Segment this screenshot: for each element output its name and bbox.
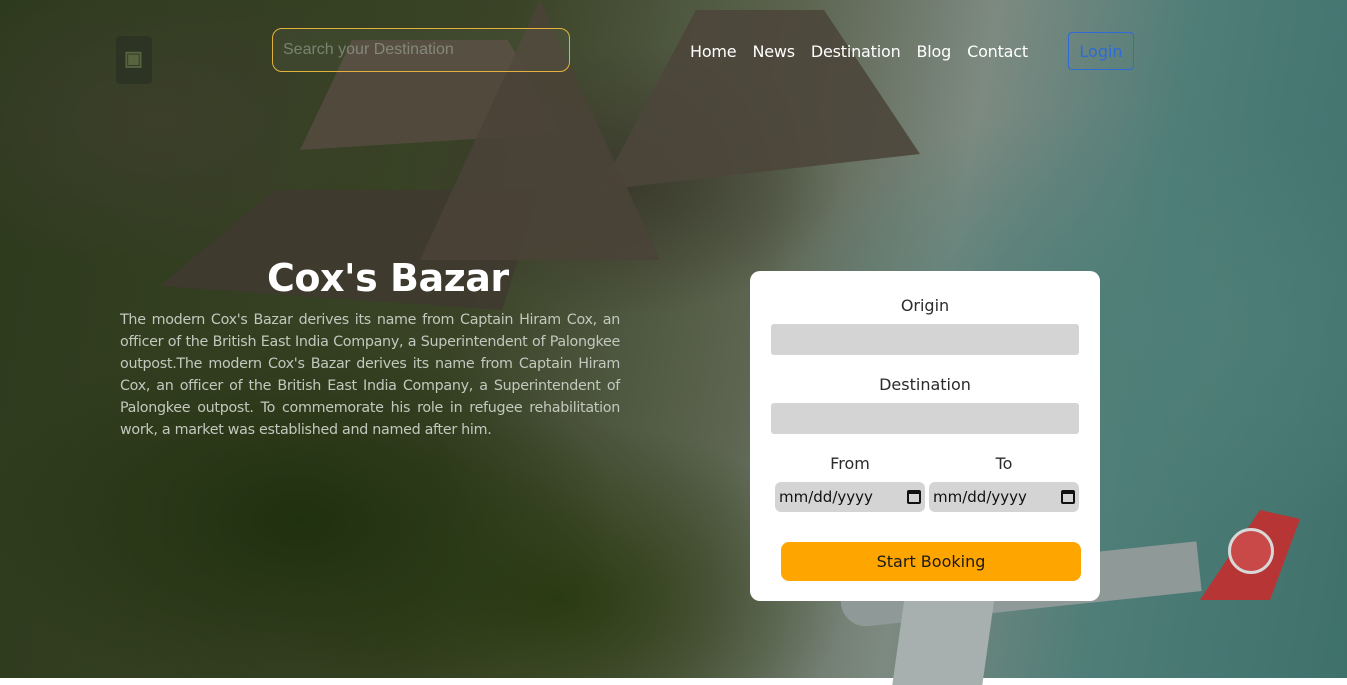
nav-link-news[interactable]: News [752, 42, 795, 61]
from-date-label: From [830, 454, 870, 473]
hero-title: Cox's Bazar [267, 256, 509, 300]
origin-label: Origin [900, 296, 950, 315]
seaplane-logo [1228, 528, 1274, 574]
nav-link-home[interactable]: Home [690, 42, 737, 61]
nav-link-contact[interactable]: Contact [967, 42, 1028, 61]
to-date-label: To [995, 454, 1013, 473]
from-date-value: mm/dd/yyyy [779, 488, 873, 506]
origin-input[interactable] [771, 324, 1079, 355]
destination-label: Destination [879, 375, 971, 394]
to-date-value: mm/dd/yyyy [933, 488, 1027, 506]
login-button[interactable]: Login [1068, 32, 1134, 70]
from-date-input[interactable]: mm/dd/yyyy [775, 482, 925, 512]
hero-description: The modern Cox's Bazar derives its name … [120, 312, 620, 438]
main-nav: Home News Destination Blog Contact [690, 42, 1028, 61]
booking-card: Origin Destination From To mm/dd/yyyy mm… [750, 271, 1100, 601]
site-logo-icon[interactable]: ▣ [116, 36, 152, 84]
start-booking-button[interactable]: Start Booking [781, 542, 1081, 581]
calendar-icon[interactable] [1061, 490, 1075, 504]
to-date-input[interactable]: mm/dd/yyyy [929, 482, 1079, 512]
search-input[interactable] [273, 29, 569, 71]
nav-link-destination[interactable]: Destination [811, 42, 901, 61]
search-box[interactable] [272, 28, 570, 72]
logo-mark-icon: ▣ [124, 48, 143, 70]
nav-link-blog[interactable]: Blog [917, 42, 952, 61]
calendar-icon[interactable] [907, 490, 921, 504]
destination-input[interactable] [771, 403, 1079, 434]
